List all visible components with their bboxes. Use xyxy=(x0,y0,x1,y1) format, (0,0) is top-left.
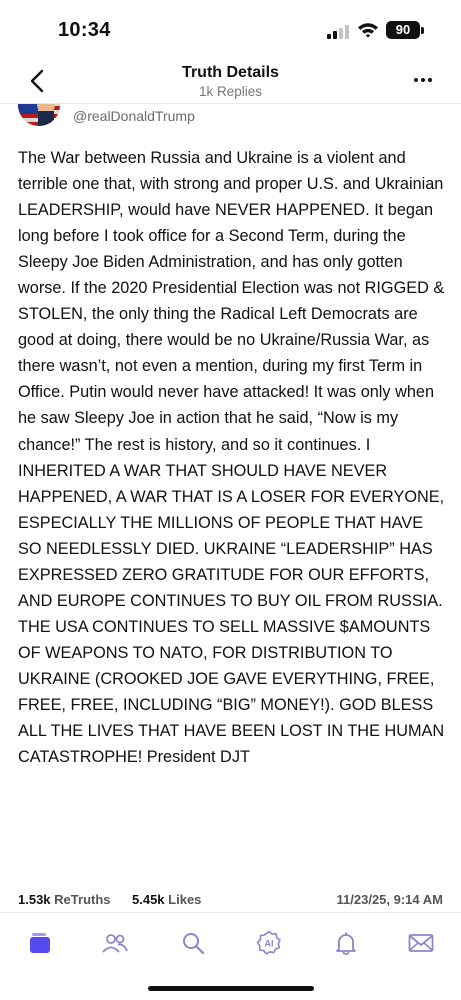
wifi-icon xyxy=(357,21,379,44)
svg-text:AI: AI xyxy=(265,939,274,949)
page-title: Truth Details xyxy=(182,64,279,81)
battery-cap xyxy=(421,27,424,34)
cellular-signal-icon xyxy=(327,25,351,39)
likes-label: Likes xyxy=(168,892,202,907)
more-dot xyxy=(428,78,432,82)
ai-icon: AI xyxy=(256,930,281,955)
people-icon xyxy=(102,934,128,953)
status-time: 10:34 xyxy=(58,19,111,41)
likes-stat[interactable]: 5.45k Likes xyxy=(132,892,201,907)
tab-search[interactable] xyxy=(179,929,207,957)
retruths-label: ReTruths xyxy=(54,892,111,907)
tab-notifications[interactable] xyxy=(332,929,360,957)
post-stats: 1.53k ReTruths 5.45k Likes 11/23/25, 9:1… xyxy=(0,892,461,912)
post-body: The War between Russia and Ukraine is a … xyxy=(18,149,445,767)
author-handle[interactable]: @realDonaldTrump xyxy=(73,108,195,124)
tab-people[interactable] xyxy=(101,929,129,957)
battery-icon: 90 xyxy=(386,21,420,39)
mail-icon xyxy=(408,934,434,952)
likes-count: 5.45k xyxy=(132,892,165,907)
post-timestamp: 11/23/25, 9:14 AM xyxy=(336,892,443,907)
home-indicator xyxy=(148,986,314,991)
home-icon xyxy=(30,933,50,953)
search-icon xyxy=(183,933,205,955)
status-bar: 10:34 90 xyxy=(0,0,461,56)
author-row: @realDonaldTrump xyxy=(0,104,461,134)
more-dot xyxy=(421,78,425,82)
replies-count[interactable]: 1k Replies xyxy=(0,84,461,99)
more-dot xyxy=(414,78,418,82)
more-options-button[interactable] xyxy=(411,70,435,90)
tab-ai[interactable]: AI xyxy=(255,929,283,957)
avatar[interactable] xyxy=(18,104,60,126)
tab-home[interactable] xyxy=(26,929,54,957)
retruths-count: 1.53k xyxy=(18,892,51,907)
retruths-stat[interactable]: 1.53k ReTruths xyxy=(18,892,111,907)
tab-messages[interactable] xyxy=(407,929,435,957)
nav-header: Truth Details 1k Replies xyxy=(0,56,461,104)
bell-icon xyxy=(336,932,356,955)
